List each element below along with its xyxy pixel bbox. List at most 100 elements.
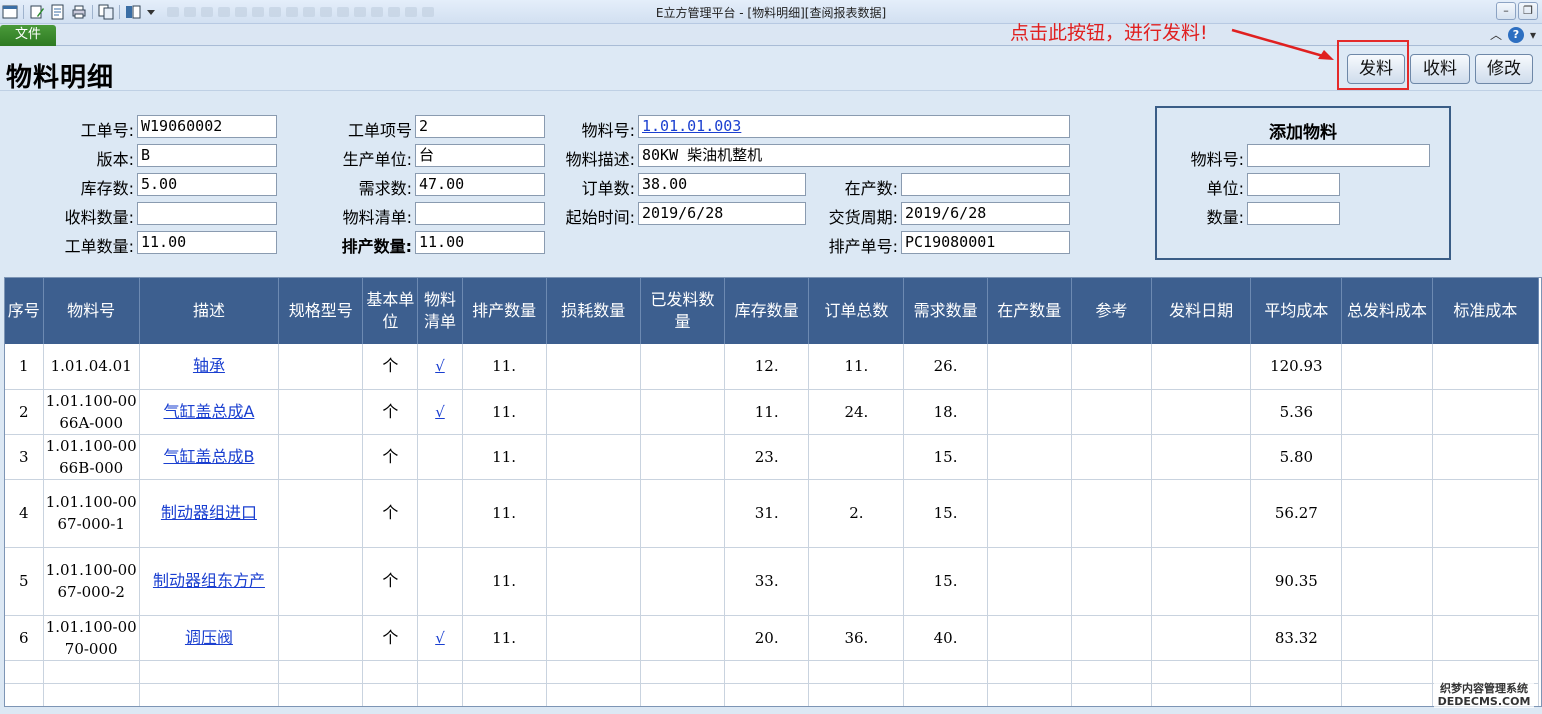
cell-std	[1432, 615, 1540, 661]
empty-cell	[1341, 683, 1433, 706]
cell-seq: 3	[5, 434, 44, 480]
cell-inprod	[987, 615, 1072, 661]
stock-qty-label: 库存数:	[80, 179, 134, 198]
empty-cell	[139, 660, 280, 684]
column-header[interactable]: 订单总数	[808, 278, 905, 344]
annotation-arrow-icon	[1231, 28, 1334, 60]
issue-button[interactable]: 发料	[1347, 54, 1405, 84]
column-header[interactable]: 标准成本	[1432, 278, 1540, 344]
column-header[interactable]: 规格型号	[278, 278, 364, 344]
cell-total	[1341, 344, 1433, 390]
material-desc-link[interactable]: 气缸盖总成B	[163, 447, 254, 466]
column-header[interactable]: 发料日期	[1151, 278, 1252, 344]
empty-cell	[5, 683, 44, 706]
column-header[interactable]: 序号	[5, 278, 44, 344]
material-desc-link[interactable]: 气缸盖总成A	[163, 402, 254, 421]
column-header[interactable]: 描述	[139, 278, 280, 344]
empty-cell	[1341, 660, 1433, 684]
restore-button[interactable]: ❐	[1518, 2, 1538, 20]
chevron-up-icon[interactable]: ︿	[1490, 26, 1502, 43]
material-desc-link[interactable]: 制动器组东方产	[153, 571, 265, 590]
material-desc-link[interactable]: 调压阀	[185, 628, 233, 647]
cell-orders: 24.	[808, 389, 905, 435]
cell-orders	[808, 434, 905, 480]
column-header[interactable]: 排产数量	[462, 278, 547, 344]
received-qty-field[interactable]	[137, 202, 277, 225]
cell-stock: 23.	[724, 434, 810, 480]
material-no-link[interactable]: 1.01.01.003	[638, 115, 1070, 138]
material-desc-link[interactable]: 轴承	[193, 356, 225, 375]
column-header[interactable]: 基本单位	[362, 278, 419, 344]
cell-ref	[1071, 479, 1153, 548]
add-unit-label: 单位:	[1206, 179, 1244, 198]
cell-std	[1432, 434, 1540, 480]
empty-cell	[1071, 660, 1153, 684]
schedule-no-field[interactable]: PC19080001	[901, 231, 1070, 254]
start-time-label: 起始时间:	[565, 208, 635, 227]
cell-bom: √	[417, 389, 463, 435]
bom-field[interactable]	[415, 202, 545, 225]
empty-cell	[724, 660, 810, 684]
cell-bom	[417, 479, 463, 548]
column-header[interactable]: 损耗数量	[546, 278, 641, 344]
work-order-no-field[interactable]: W19060002	[137, 115, 277, 138]
help-icon[interactable]: ?	[1507, 26, 1524, 43]
empty-cell	[417, 683, 463, 706]
empty-cell	[987, 683, 1072, 706]
bom-check-link[interactable]: √	[435, 403, 445, 421]
column-header[interactable]: 物料号	[43, 278, 140, 344]
cell-inprod	[987, 434, 1072, 480]
edit-button[interactable]: 修改	[1475, 54, 1533, 84]
delivery-field[interactable]: 2019/6/28	[901, 202, 1070, 225]
file-tab[interactable]: 文件	[0, 25, 56, 46]
empty-cell	[546, 683, 641, 706]
add-qty-field[interactable]	[1247, 202, 1340, 225]
material-grid: 序号 物料号 描述 规格型号 基本单位 物料清单 排产数量 损耗数量 已发料数量 库存数量 订单总数…	[4, 277, 1542, 707]
item-no-field[interactable]: 2	[415, 115, 545, 138]
material-desc-link[interactable]: 制动器组进口	[161, 503, 257, 522]
table-row[interactable]: 5 1.01.100-0067-000-2 制动器组东方产 个 11. 33. 15. 90.…	[5, 547, 1540, 616]
column-header[interactable]: 库存数量	[724, 278, 810, 344]
column-header[interactable]: 已发料数量	[640, 278, 726, 344]
cell-avg: 5.36	[1250, 389, 1343, 435]
cell-sched: 11.	[462, 615, 547, 661]
add-material-title: 添加物料	[1269, 123, 1337, 143]
bom-check-link[interactable]: √	[435, 629, 445, 647]
stock-qty-field[interactable]: 5.00	[137, 173, 277, 196]
table-row[interactable]: 2 1.01.100-0066A-000 气缸盖总成A 个 √ 11. 11. 24. 18. 5…	[5, 389, 1540, 435]
table-header-row: 序号 物料号 描述 规格型号 基本单位 物料清单 排产数量 损耗数量 已发料数量 库存数量 订单总数…	[5, 278, 1540, 344]
cell-loss	[546, 615, 641, 661]
column-header[interactable]: 总发料成本	[1341, 278, 1433, 344]
minimize-button[interactable]: –	[1496, 2, 1516, 20]
title-bar: E立方管理平台 - [物料明细][查阅报表数据] – ❐	[0, 0, 1542, 24]
version-field[interactable]: B	[137, 144, 277, 167]
chevron-down-icon[interactable]: ▾	[1530, 28, 1536, 42]
cell-date	[1151, 434, 1252, 480]
scheduled-qty-field[interactable]: 11.00	[415, 231, 545, 254]
material-desc-field[interactable]: 80KW 柴油机整机	[638, 144, 1070, 167]
bom-check-link[interactable]: √	[435, 357, 445, 375]
cell-orders: 11.	[808, 344, 905, 390]
add-unit-field[interactable]	[1247, 173, 1340, 196]
cell-unit: 个	[362, 615, 419, 661]
add-material-no-field[interactable]	[1247, 144, 1430, 167]
column-header[interactable]: 需求数量	[903, 278, 988, 344]
column-header[interactable]: 在产数量	[987, 278, 1072, 344]
cell-sched: 11.	[462, 344, 547, 390]
table-row[interactable]: 3 1.01.100-0066B-000 气缸盖总成B 个 11. 23. 15. 5.80	[5, 434, 1540, 480]
table-row[interactable]: 1 1.01.04.01 轴承个 √ 11. 12. 11. 26. 120.93	[5, 344, 1540, 390]
demand-qty-field[interactable]: 47.00	[415, 173, 545, 196]
cell-spec	[278, 389, 364, 435]
order-qty-field[interactable]: 11.00	[137, 231, 277, 254]
order-count-field[interactable]: 38.00	[638, 173, 806, 196]
empty-cell	[1151, 660, 1252, 684]
receive-button[interactable]: 收料	[1410, 54, 1470, 84]
start-time-field[interactable]: 2019/6/28	[638, 202, 806, 225]
column-header[interactable]: 参考	[1071, 278, 1153, 344]
column-header[interactable]: 物料清单	[417, 278, 463, 344]
column-header[interactable]: 平均成本	[1250, 278, 1343, 344]
production-unit-field[interactable]: 台	[415, 144, 545, 167]
table-row[interactable]: 6 1.01.100-0070-000 调压阀 个 √ 11. 20. 36. 40. 83.32	[5, 615, 1540, 661]
in-production-field[interactable]	[901, 173, 1070, 196]
table-row[interactable]: 4 1.01.100-0067-000-1 制动器组进口 个 11. 31. 2. 15. 56…	[5, 479, 1540, 548]
